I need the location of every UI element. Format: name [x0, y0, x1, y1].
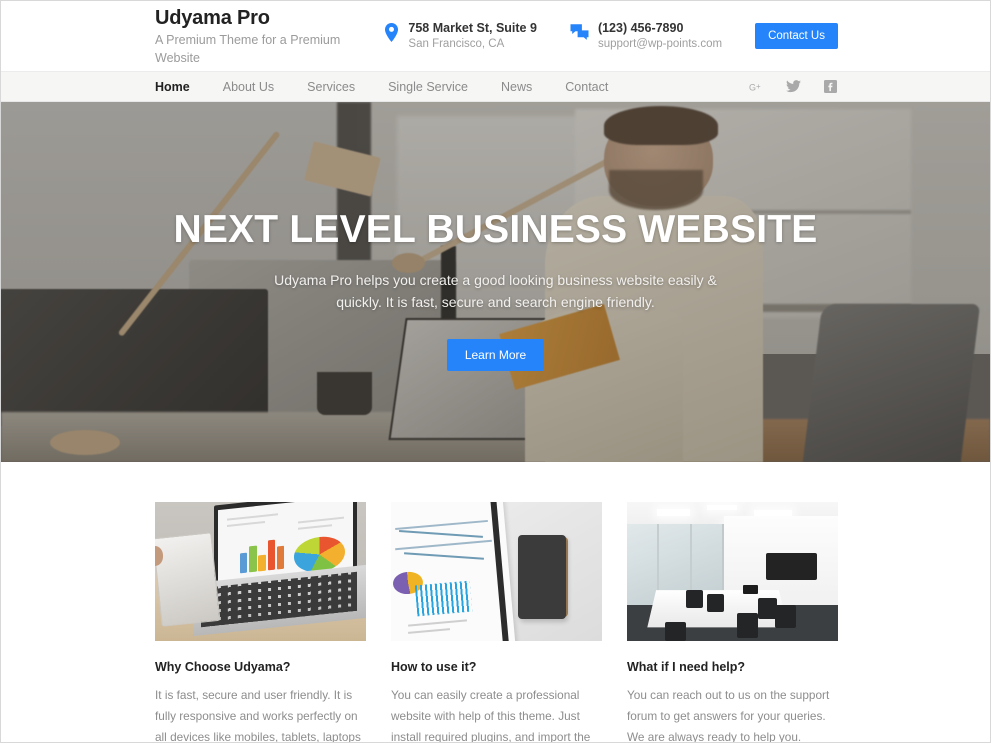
header-address-block: 758 Market St, Suite 9 San Francisco, CA [384, 20, 537, 52]
twitter-icon[interactable] [786, 79, 801, 94]
facebook-icon[interactable] [823, 79, 838, 94]
header-contact-block: (123) 456-7890 support@wp-points.com [570, 20, 722, 52]
phone-number: (123) 456-7890 [597, 21, 684, 35]
feature-card-title: How to use it? [391, 660, 477, 674]
svg-text:+: + [756, 82, 761, 91]
header-contact-cluster: 758 Market St, Suite 9 San Francisco, CA… [384, 20, 838, 52]
address-line-1: 758 Market St, Suite 9 [408, 21, 537, 35]
feature-card-text: You can easily create a professional web… [391, 688, 591, 743]
feature-card-image-laptop-charts [155, 502, 366, 641]
svg-text:G: G [749, 82, 756, 92]
learn-more-button[interactable]: Learn More [446, 339, 545, 371]
site-title: Udyama Pro [155, 6, 270, 29]
site-branding[interactable]: Udyama Pro A Premium Theme for a Premium… [155, 6, 384, 67]
social-links: G + [749, 79, 838, 94]
nav-item-services[interactable]: Services [307, 80, 355, 94]
site-tagline: A Premium Theme for a Premium Website [155, 32, 341, 65]
feature-card-text: It is fast, secure and user friendly. It… [155, 688, 361, 743]
feature-card-text: You can reach out to us on the support f… [627, 688, 830, 743]
feature-card[interactable]: Why Choose Udyama? It is fast, secure an… [155, 502, 366, 743]
feature-card-title: What if I need help? [627, 660, 746, 674]
nav-item-single-service[interactable]: Single Service [388, 80, 468, 94]
chat-bubbles-icon [570, 20, 589, 46]
contact-us-button[interactable]: Contact Us [755, 23, 838, 49]
hero-title: NEXT LEVEL BUSINESS WEBSITE [173, 208, 818, 251]
nav-item-contact[interactable]: Contact [565, 80, 608, 94]
primary-navigation: Home About Us Services Single Service Ne… [1, 71, 990, 102]
feature-card-image-conference-room [627, 502, 838, 641]
feature-card-image-report-phone [391, 502, 602, 641]
feature-card[interactable]: What if I need help? You can reach out t… [627, 502, 838, 743]
nav-item-news[interactable]: News [501, 80, 532, 94]
map-pin-icon [384, 20, 399, 47]
nav-item-about-us[interactable]: About Us [223, 80, 274, 94]
hero-subtitle: Udyama Pro helps you create a good looki… [274, 272, 717, 310]
feature-card[interactable]: How to use it? You can easily create a p… [391, 502, 602, 743]
nav-links: Home About Us Services Single Service Ne… [155, 80, 641, 94]
webpage-preview: Udyama Pro A Premium Theme for a Premium… [0, 0, 991, 743]
hero-section: NEXT LEVEL BUSINESS WEBSITE Udyama Pro h… [1, 102, 990, 462]
feature-card-title: Why Choose Udyama? [155, 660, 291, 674]
site-header: Udyama Pro A Premium Theme for a Premium… [1, 1, 990, 71]
nav-item-home[interactable]: Home [155, 80, 190, 94]
google-plus-icon[interactable]: G + [749, 79, 764, 94]
address-line-2: San Francisco, CA [408, 38, 505, 50]
features-section: Why Choose Udyama? It is fast, secure an… [1, 462, 990, 743]
hero-content: NEXT LEVEL BUSINESS WEBSITE Udyama Pro h… [1, 102, 990, 462]
email-address: support@wp-points.com [597, 38, 723, 50]
